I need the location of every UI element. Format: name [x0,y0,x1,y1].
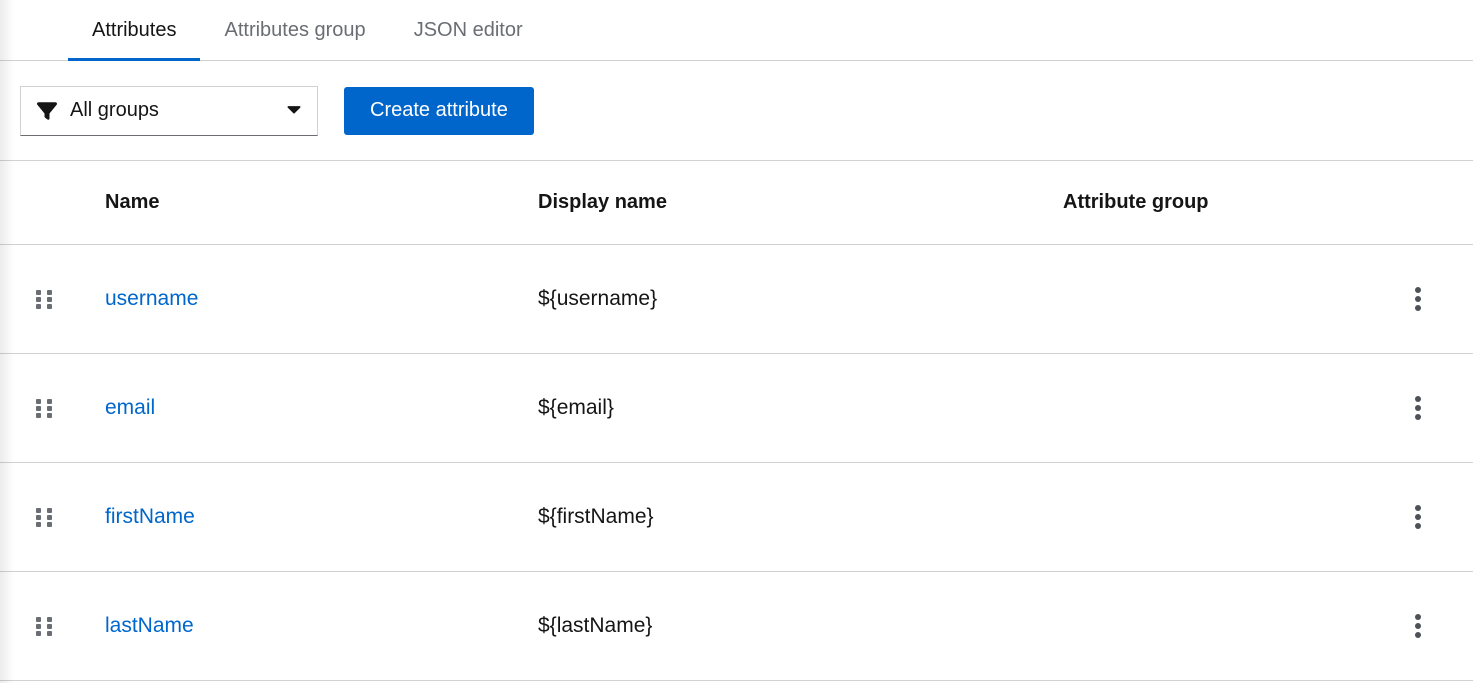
drag-cell [0,507,85,527]
actions-cell [1360,390,1473,426]
drag-cell [0,616,85,636]
display-name-cell: ${firstName} [538,505,654,528]
column-header-name: Name [105,191,160,213]
column-header-attribute-group: Attribute group [1063,191,1209,213]
group-filter-value: All groups [70,99,159,121]
group-filter-select[interactable]: All groups [20,85,318,136]
toolbar: All groups Create attribute [0,61,1473,161]
name-cell: email [85,396,518,420]
drag-handle-icon[interactable] [36,289,52,309]
kebab-menu-icon[interactable] [1409,281,1427,317]
column-header-display-name: Display name [538,191,667,213]
tab-attributes[interactable]: Attributes [68,0,201,61]
display-name-cell: ${username} [538,287,658,310]
drag-handle-icon[interactable] [36,507,52,527]
name-cell: username [85,287,518,311]
drag-cell [0,289,85,309]
create-attribute-button[interactable]: Create attribute [344,86,534,135]
name-cell: lastName [85,614,518,638]
table-row: lastName ${lastName} [0,572,1473,681]
drag-handle-icon[interactable] [36,398,52,418]
tab-attributes-group[interactable]: Attributes group [200,0,389,60]
filter-icon [37,101,57,121]
attribute-name-link[interactable]: lastName [105,614,194,637]
tab-json-editor-label: JSON editor [413,18,523,41]
attribute-name-link[interactable]: email [105,396,155,419]
attributes-table: Name Display name Attribute group userna… [0,161,1473,681]
kebab-menu-icon[interactable] [1409,390,1427,426]
caret-down-icon [287,106,301,115]
tab-json-editor[interactable]: JSON editor [390,0,547,60]
actions-cell [1360,499,1473,535]
attribute-name-link[interactable]: firstName [105,505,195,528]
table-row: firstName ${firstName} [0,463,1473,572]
drag-cell [0,398,85,418]
attribute-name-link[interactable]: username [105,287,198,310]
actions-cell [1360,281,1473,317]
actions-cell [1360,608,1473,644]
tab-attributes-label: Attributes [92,18,177,41]
kebab-menu-icon[interactable] [1409,499,1427,535]
drag-handle-icon[interactable] [36,616,52,636]
display-name-cell: ${lastName} [538,614,653,637]
kebab-menu-icon[interactable] [1409,608,1427,644]
display-name-cell: ${email} [538,396,614,419]
tab-bar: Attributes Attributes group JSON editor [0,0,1473,61]
table-row: username ${username} [0,245,1473,354]
table-row: email ${email} [0,354,1473,463]
name-cell: firstName [85,505,518,529]
tab-attributes-group-label: Attributes group [224,18,366,41]
table-header-row: Name Display name Attribute group [0,161,1473,245]
